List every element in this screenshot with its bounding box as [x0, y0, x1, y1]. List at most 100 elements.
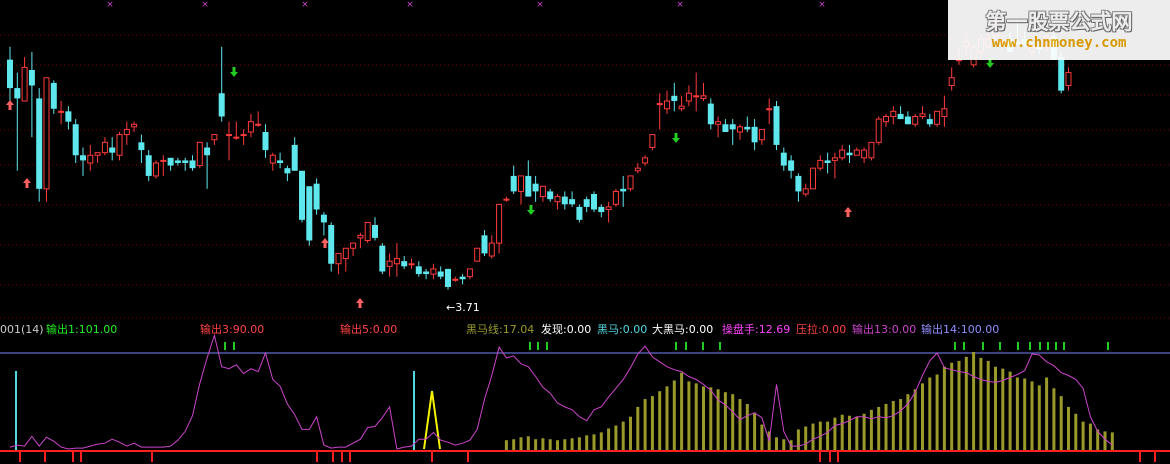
candle-body: [941, 108, 948, 117]
candle-body: [116, 134, 123, 156]
candle-body: [722, 124, 729, 132]
candle-body: [80, 155, 86, 161]
candle-body: [94, 152, 101, 156]
candle-body: [948, 77, 955, 86]
candle-body: [320, 214, 327, 223]
candle-body: [247, 121, 254, 133]
candle-body: [72, 124, 79, 156]
candle-body: [189, 160, 196, 169]
candle-body: [138, 142, 145, 151]
candle-body: [408, 263, 415, 266]
candle-body: [510, 175, 517, 192]
candle-body: [751, 126, 758, 143]
candle-body: [503, 198, 510, 201]
candle-body: [788, 160, 795, 171]
candle-body: [817, 159, 824, 169]
candle-body: [58, 110, 65, 113]
candle-body: [919, 113, 926, 117]
price-annotations: ←3.71: [446, 301, 480, 314]
legend-item: 压拉:0.00: [796, 323, 847, 336]
candle-body: [883, 116, 889, 123]
candle-body: [912, 116, 919, 125]
candle-body: [547, 191, 554, 200]
candle-body: [605, 206, 612, 211]
candle-body: [452, 278, 459, 281]
candle-body: [255, 123, 262, 126]
candle-body: [737, 126, 743, 133]
legend-item: 输出1:101.00: [46, 323, 118, 336]
candle-body: [182, 160, 189, 163]
candle-body: [831, 157, 838, 161]
candle-body: [868, 141, 875, 159]
candle-body: [758, 128, 765, 141]
chart-stage: × × × × × × × ←3.71: [0, 0, 1170, 464]
candle-body: [926, 119, 933, 125]
candle-body: [335, 252, 342, 265]
candle-body: [861, 149, 868, 159]
legend-item: 黑马线:17.04: [466, 323, 535, 336]
candle-body: [14, 88, 21, 99]
candle-body: [430, 268, 437, 275]
candle-body: [890, 110, 897, 118]
candle-body: [437, 271, 444, 277]
candle-body: [131, 123, 138, 128]
candle-body: [284, 168, 291, 174]
candle-body: [109, 147, 116, 153]
candle-body: [583, 199, 590, 207]
watermark-url: www.chnmoney.com: [991, 35, 1127, 51]
candle-body: [612, 190, 619, 205]
candle-body: [656, 103, 663, 106]
candle-body: [518, 175, 524, 192]
candle-body: [262, 132, 269, 151]
candle-body: [634, 167, 641, 172]
candle-body: [488, 242, 495, 257]
candle-body: [642, 157, 649, 164]
top-marker: ×: [301, 0, 309, 10]
candle-body: [810, 167, 816, 190]
candle-body: [28, 70, 35, 86]
candle-body: [744, 126, 751, 130]
candle-body: [357, 234, 364, 239]
candle-body: [218, 93, 225, 117]
legend-item: 输出14:100.00: [921, 323, 1000, 336]
candle-body: [269, 154, 276, 164]
candle-body: [379, 245, 386, 272]
candle-body: [240, 134, 247, 137]
candle-body: [459, 276, 466, 280]
candle-body: [620, 188, 627, 192]
candle-body: [576, 206, 583, 220]
candle-body: [671, 95, 678, 101]
candle-body: [36, 98, 43, 189]
candle-body: [65, 111, 72, 122]
candle-body: [481, 235, 488, 254]
candle-body: [277, 160, 284, 163]
candle-body: [211, 134, 218, 141]
candle-body: [664, 100, 670, 110]
candle-body: [160, 159, 167, 162]
top-marker: ×: [818, 0, 826, 10]
candle-body: [700, 95, 707, 99]
candle-body: [291, 144, 298, 171]
candle-body: [342, 247, 349, 260]
candle-body: [167, 157, 174, 166]
candle-body: [897, 113, 904, 120]
candle-body: [1065, 72, 1072, 87]
candle-body: [350, 242, 357, 249]
candle-body: [875, 118, 882, 143]
legend-item: 大黑马:0.00: [652, 323, 714, 336]
top-marker: ×: [201, 0, 209, 10]
candle-body: [204, 147, 211, 156]
legend-item: 输出5:0.00: [340, 323, 398, 336]
candle-body: [153, 162, 159, 177]
candle-body: [87, 154, 94, 164]
candle-body: [649, 134, 656, 148]
candle-body: [233, 136, 240, 139]
candle-body: [496, 203, 503, 244]
candle-body: [685, 92, 692, 102]
legend-item: 发现:0.00: [541, 323, 592, 336]
candle-body: [598, 206, 605, 213]
candle-body: [904, 116, 911, 125]
candle-body: [145, 155, 152, 176]
candle-body: [1058, 57, 1065, 91]
top-marker: ×: [676, 0, 684, 10]
